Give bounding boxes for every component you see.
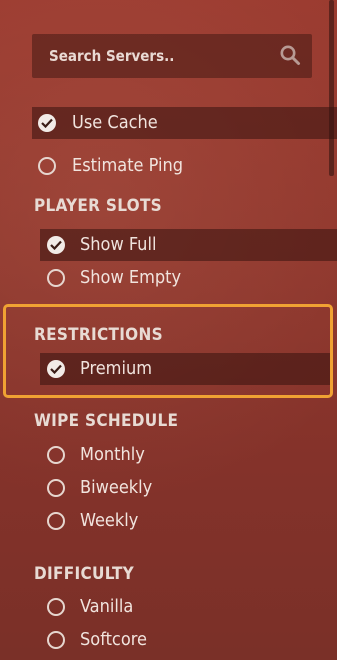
scrollbar[interactable]: [329, 0, 334, 176]
unchecked-icon: [47, 269, 65, 287]
option-label: Show Empty: [80, 267, 182, 288]
option-softcore[interactable]: Softcore: [40, 624, 325, 656]
search-box: [32, 34, 312, 78]
option-label: Premium: [80, 358, 152, 379]
option-use-cache[interactable]: Use Cache: [32, 107, 337, 139]
option-weekly[interactable]: Weekly: [40, 505, 325, 537]
section-heading-wipe-schedule: WIPE SCHEDULE: [34, 411, 179, 431]
option-show-empty[interactable]: Show Empty: [40, 262, 325, 294]
unchecked-icon: [47, 446, 65, 464]
option-monthly[interactable]: Monthly: [40, 439, 325, 471]
unchecked-icon: [47, 479, 65, 497]
option-label: Estimate Ping: [72, 155, 184, 176]
option-estimate-ping[interactable]: Estimate Ping: [32, 150, 327, 182]
unchecked-icon: [38, 157, 56, 175]
checked-icon: [47, 236, 65, 254]
option-show-full[interactable]: Show Full: [40, 229, 337, 261]
unchecked-icon: [47, 512, 65, 530]
option-premium[interactable]: Premium: [40, 353, 330, 385]
section-heading-restrictions: RESTRICTIONS: [34, 325, 163, 345]
option-label: Softcore: [80, 629, 147, 650]
option-label: Vanilla: [80, 596, 134, 617]
option-biweekly[interactable]: Biweekly: [40, 472, 325, 504]
search-icon[interactable]: [279, 44, 301, 66]
section-heading-difficulty: DIFFICULTY: [34, 564, 135, 584]
unchecked-icon: [47, 631, 65, 649]
checked-icon: [38, 114, 56, 132]
option-label: Weekly: [80, 510, 139, 531]
option-label: Use Cache: [72, 112, 158, 133]
option-vanilla[interactable]: Vanilla: [40, 591, 325, 623]
option-label: Biweekly: [80, 477, 153, 498]
option-label: Monthly: [80, 444, 145, 465]
unchecked-icon: [47, 598, 65, 616]
search-input[interactable]: [32, 34, 272, 78]
section-heading-player-slots: PLAYER SLOTS: [34, 196, 162, 216]
checked-icon: [47, 360, 65, 378]
option-label: Show Full: [80, 234, 157, 255]
